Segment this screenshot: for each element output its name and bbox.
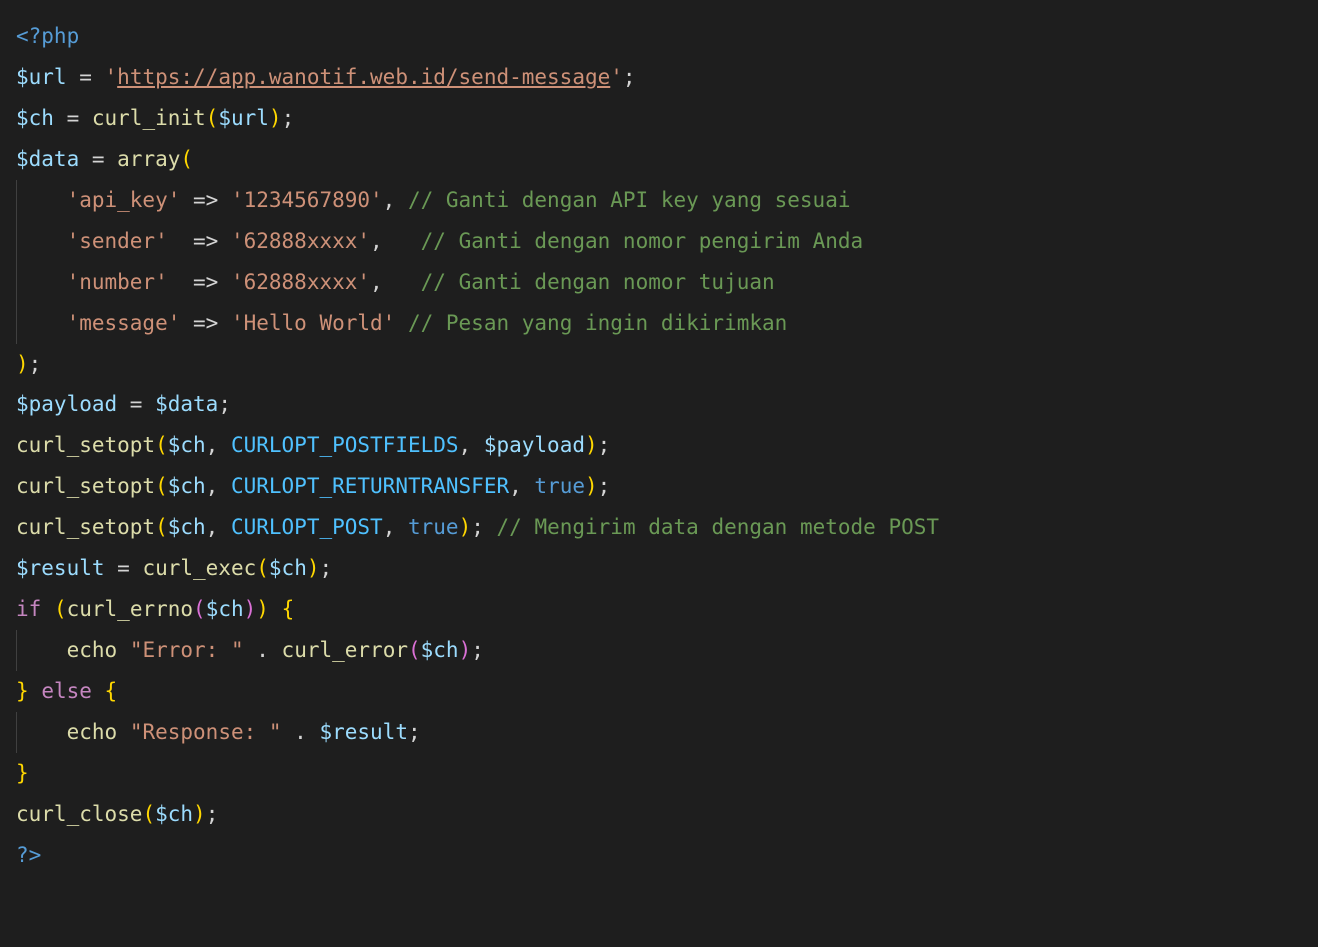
string-error: "Error: ": [130, 638, 244, 662]
fn-curl-init: curl_init: [92, 106, 206, 130]
array-key-api: 'api_key': [67, 188, 181, 212]
php-open-tag: <?php: [16, 24, 79, 48]
comment-post: // Mengirim data dengan metode POST: [484, 515, 939, 539]
variable-url: $url: [16, 65, 67, 89]
bool-true: true: [534, 474, 585, 498]
keyword-echo: echo: [67, 638, 118, 662]
array-val-sender: '62888xxxx': [231, 229, 370, 253]
keyword-else: else: [41, 679, 92, 703]
fn-curl-setopt: curl_setopt: [16, 433, 155, 457]
variable-ch: $ch: [16, 106, 54, 130]
comment-number: // Ganti dengan nomor tujuan: [421, 270, 775, 294]
fn-curl-close: curl_close: [16, 802, 142, 826]
array-val-api: '1234567890': [231, 188, 383, 212]
string-response: "Response: ": [130, 720, 282, 744]
keyword-if: if: [16, 597, 41, 621]
fn-curl-exec: curl_exec: [142, 556, 256, 580]
array-val-message: 'Hello World': [231, 311, 395, 335]
const-returntransfer: CURLOPT_RETURNTRANSFER: [231, 474, 509, 498]
comment-message: // Pesan yang ingin dikirimkan: [395, 311, 787, 335]
const-postfields: CURLOPT_POSTFIELDS: [231, 433, 459, 457]
brace-open: {: [282, 597, 295, 621]
array-val-number: '62888xxxx': [231, 270, 370, 294]
fn-curl-errno: curl_errno: [67, 597, 193, 621]
array-key-number: 'number': [67, 270, 168, 294]
variable-result: $result: [16, 556, 105, 580]
const-post: CURLOPT_POST: [231, 515, 383, 539]
code-block: <?php $url = 'https://app.wanotif.web.id…: [0, 0, 1318, 904]
php-close-tag: ?>: [16, 843, 41, 867]
variable-data: $data: [16, 147, 79, 171]
comment-sender: // Ganti dengan nomor pengirim Anda: [421, 229, 864, 253]
url-string: https://app.wanotif.web.id/send-message: [117, 65, 610, 89]
variable-payload: $payload: [16, 392, 117, 416]
brace-close: }: [16, 679, 29, 703]
array-key-sender: 'sender': [67, 229, 168, 253]
fn-array: array: [117, 147, 180, 171]
comment-api: // Ganti dengan API key yang sesuai: [395, 188, 850, 212]
array-key-message: 'message': [67, 311, 181, 335]
fn-curl-error: curl_error: [282, 638, 408, 662]
